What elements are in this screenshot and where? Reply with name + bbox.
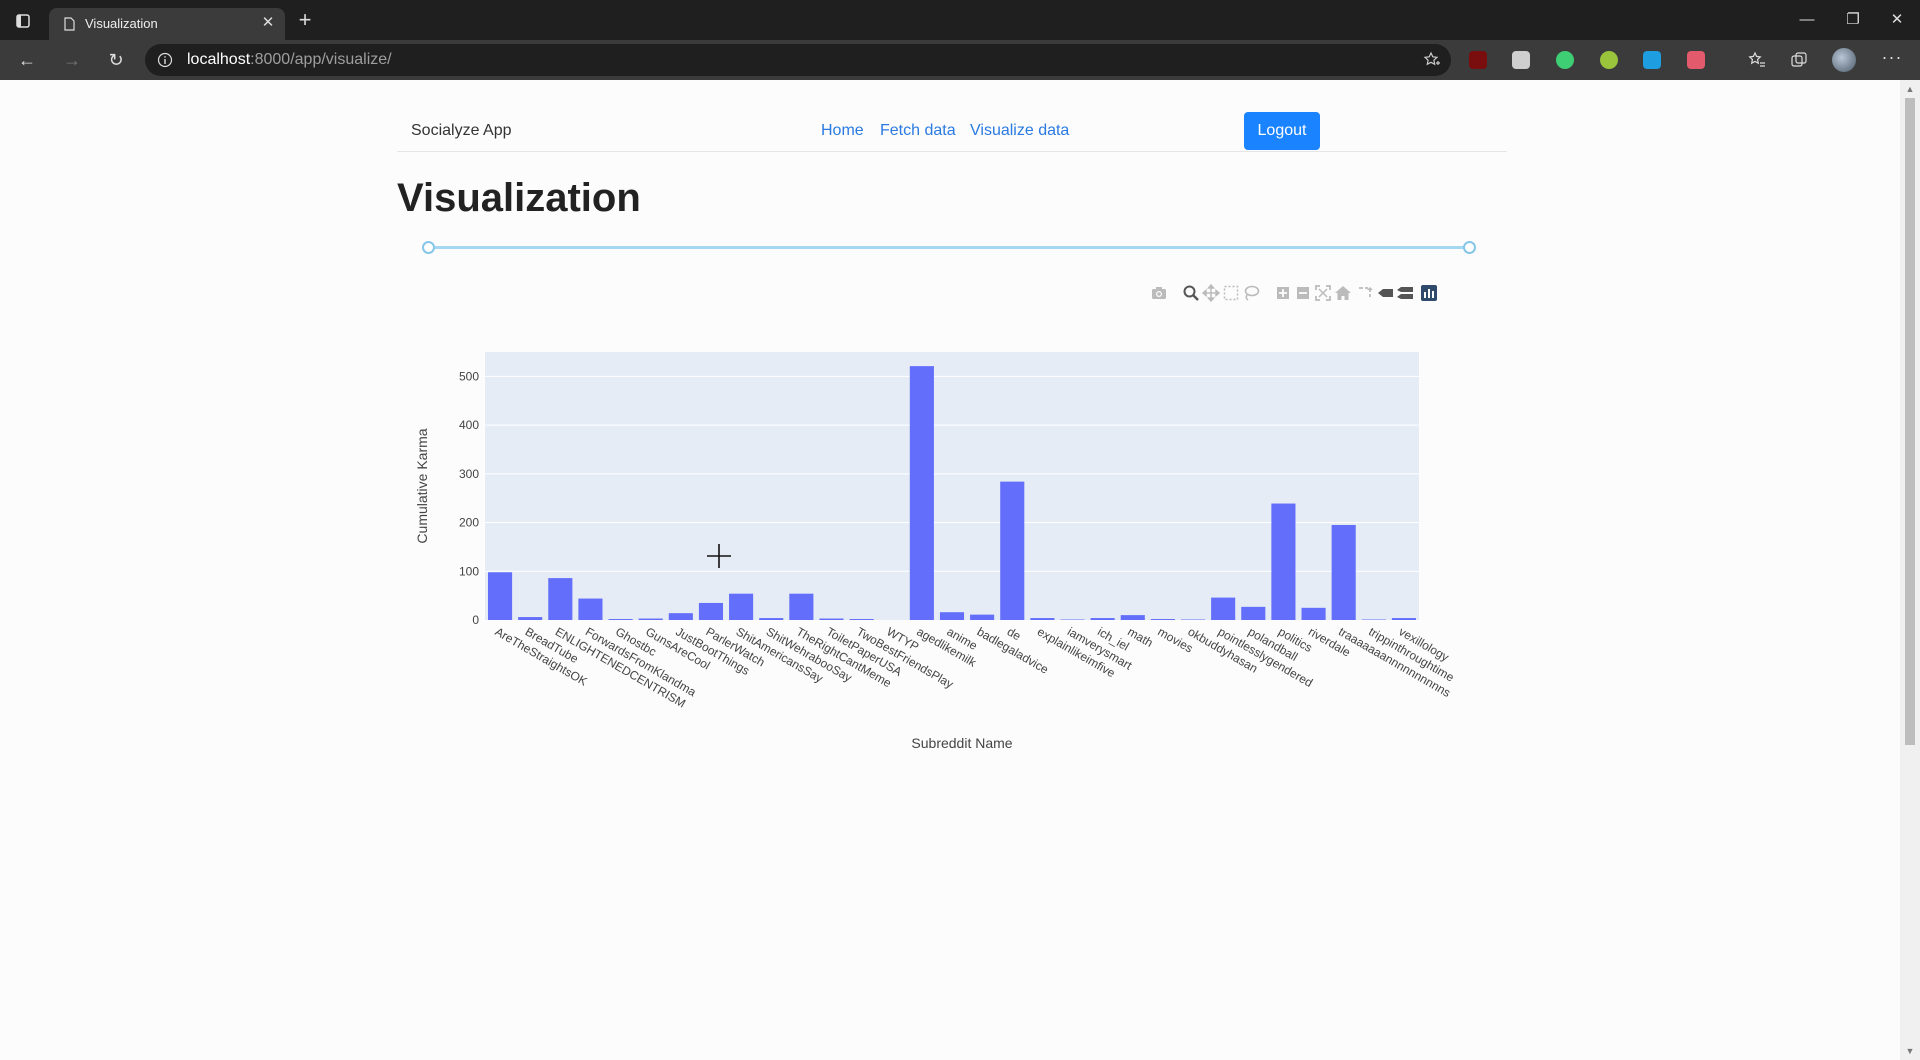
bar[interactable]: [1211, 597, 1236, 620]
bar[interactable]: [789, 593, 814, 620]
bar[interactable]: [939, 612, 965, 620]
bar[interactable]: [608, 619, 633, 620]
bar[interactable]: [698, 602, 724, 620]
bar[interactable]: [729, 593, 754, 620]
zoom-in-icon[interactable]: [1274, 284, 1292, 302]
zoom-icon[interactable]: [1182, 284, 1200, 302]
bar[interactable]: [1120, 615, 1145, 620]
extension-s-icon[interactable]: [1643, 51, 1661, 69]
y-tick-label: 300: [459, 467, 479, 481]
brand-name[interactable]: Socialyze App: [411, 122, 512, 140]
bar[interactable]: [1271, 503, 1296, 620]
bar[interactable]: [548, 578, 573, 620]
bar[interactable]: [518, 617, 543, 620]
plot-modebar: [1150, 282, 1500, 304]
camera-icon[interactable]: [1150, 284, 1168, 302]
bar[interactable]: [638, 618, 663, 620]
bar[interactable]: [578, 598, 603, 620]
extension-leaf-icon[interactable]: [1600, 51, 1618, 69]
bar[interactable]: [1391, 618, 1416, 620]
lasso-select-icon[interactable]: [1242, 284, 1260, 302]
y-tick-label: 500: [459, 369, 479, 383]
extension-icon[interactable]: [1512, 51, 1530, 69]
bar[interactable]: [1241, 606, 1266, 620]
toggle-spike-lines-icon[interactable]: [1356, 284, 1374, 302]
range-slider[interactable]: [422, 240, 1476, 254]
site-info-icon[interactable]: [157, 52, 173, 68]
box-select-icon[interactable]: [1222, 284, 1240, 302]
reload-icon[interactable]: ↻: [105, 49, 127, 71]
bar-chart: 0100200300400500AreTheStraightsOKBreadTu…: [414, 352, 1457, 751]
scrollbar-thumb[interactable]: [1905, 98, 1915, 745]
ublock-extension-icon[interactable]: [1469, 51, 1487, 69]
plotly-logo-icon[interactable]: [1420, 284, 1438, 302]
address-bar[interactable]: localhost:8000/app/visualize/: [145, 44, 1451, 76]
bar[interactable]: [819, 618, 844, 620]
nav-link-home[interactable]: Home: [821, 122, 864, 140]
bar[interactable]: [759, 618, 784, 620]
bar[interactable]: [1331, 524, 1356, 620]
bar[interactable]: [1090, 618, 1115, 620]
scroll-up-icon[interactable]: ▲: [1905, 84, 1915, 94]
back-icon[interactable]: ←: [16, 49, 38, 71]
bar[interactable]: [1030, 618, 1055, 620]
profile-avatar[interactable]: [1832, 48, 1856, 72]
bar[interactable]: [1000, 481, 1025, 620]
reset-axes-icon[interactable]: [1334, 284, 1352, 302]
page-icon: [61, 16, 77, 32]
autoscale-icon[interactable]: [1314, 284, 1332, 302]
tab-actions-icon[interactable]: [12, 10, 34, 32]
pan-icon[interactable]: [1201, 283, 1221, 303]
minimize-icon[interactable]: —: [1784, 8, 1830, 32]
show-closest-icon[interactable]: [1376, 284, 1394, 302]
y-tick-label: 400: [459, 418, 479, 432]
extension-green-icon[interactable]: [1556, 51, 1574, 69]
close-tab-icon[interactable]: ✕: [259, 14, 277, 32]
collections-icon[interactable]: [1790, 51, 1808, 69]
y-tick-label: 0: [472, 613, 479, 627]
x-axis-title: Subreddit Name: [911, 735, 1012, 751]
tab-title: Visualization: [85, 16, 158, 31]
bar[interactable]: [668, 613, 693, 620]
bar[interactable]: [970, 614, 995, 620]
y-tick-label: 200: [459, 516, 479, 530]
bar[interactable]: [909, 366, 934, 620]
nav-link-fetch-data[interactable]: Fetch data: [880, 122, 956, 140]
x-tick-label: math: [1125, 624, 1155, 649]
app-navbar: Socialyze App Home Fetch data Visualize …: [397, 96, 1507, 152]
zoom-out-icon[interactable]: [1294, 284, 1312, 302]
close-window-icon[interactable]: ✕: [1874, 8, 1920, 32]
extension-pdf-icon[interactable]: [1687, 51, 1705, 69]
nav-link-visualize-data[interactable]: Visualize data: [970, 122, 1069, 140]
logout-button[interactable]: Logout: [1244, 112, 1320, 150]
y-tick-label: 100: [459, 564, 479, 578]
more-options-icon[interactable]: ···: [1880, 48, 1904, 71]
y-axis-title: Cumulative Karma: [414, 428, 430, 543]
add-favorite-icon[interactable]: [1423, 51, 1441, 69]
range-slider-track[interactable]: [429, 246, 1469, 249]
browser-tab[interactable]: Visualization ✕: [49, 8, 285, 40]
bar[interactable]: [849, 619, 874, 620]
range-slider-handle-high[interactable]: [1463, 241, 1476, 254]
bar[interactable]: [488, 572, 513, 620]
page-scrollbar[interactable]: ▲ ▼: [1900, 80, 1920, 1060]
browser-tab-strip: Visualization ✕ + — ❐ ✕: [0, 0, 1920, 40]
page-content: Socialyze App Home Fetch data Visualize …: [0, 80, 1900, 1060]
scroll-down-icon[interactable]: ▼: [1905, 1046, 1915, 1056]
browser-toolbar: ← → ↻ localhost:8000/app/visualize/ ···: [0, 40, 1920, 80]
restore-icon[interactable]: ❐: [1830, 8, 1876, 32]
page-title: Visualization: [397, 176, 641, 220]
favorites-icon[interactable]: [1748, 51, 1766, 69]
compare-data-icon[interactable]: [1396, 284, 1414, 302]
bar[interactable]: [1301, 607, 1326, 620]
new-tab-icon[interactable]: +: [296, 9, 314, 31]
bar[interactable]: [1150, 619, 1175, 620]
url-text: localhost:8000/app/visualize/: [187, 51, 392, 68]
forward-icon[interactable]: →: [61, 49, 83, 71]
range-slider-handle-low[interactable]: [422, 241, 435, 254]
